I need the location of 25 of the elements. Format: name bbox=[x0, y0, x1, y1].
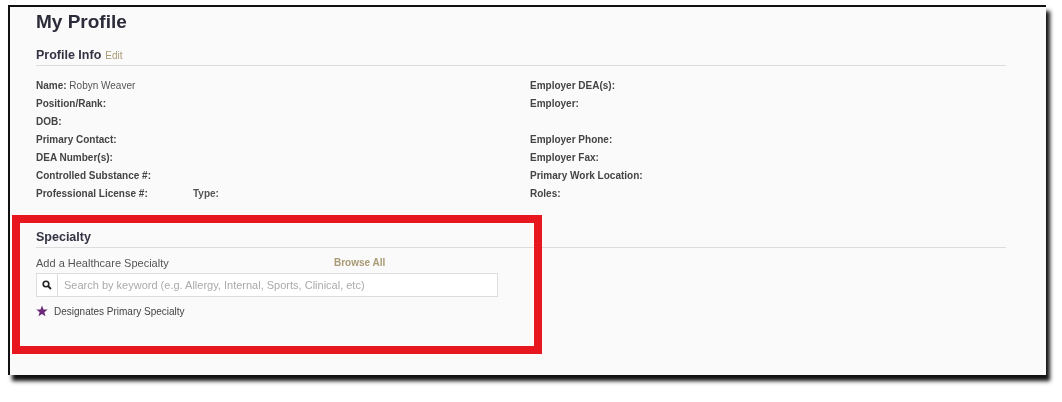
field-label: Roles: bbox=[530, 187, 561, 199]
field-label: Type: bbox=[193, 187, 219, 199]
field-label: Name: Robyn Weaver bbox=[36, 79, 137, 91]
add-specialty-label: Add a Healthcare Specialty bbox=[36, 257, 170, 269]
section-title: Profile Info bbox=[36, 48, 102, 62]
field-label: Controlled Substance #: bbox=[36, 169, 152, 181]
browse-all-link[interactable]: Browse All bbox=[334, 257, 386, 269]
search-button[interactable] bbox=[36, 273, 58, 297]
page-title: My Profile bbox=[36, 11, 128, 33]
field-label: Employer Fax: bbox=[530, 151, 599, 163]
field-label: Employer Phone: bbox=[530, 133, 613, 145]
field-label: Employer: bbox=[530, 97, 579, 109]
field-label: Employer DEA(s): bbox=[530, 79, 615, 91]
legend-text: Designates Primary Specialty bbox=[54, 305, 185, 317]
field-label: Primary Work Location: bbox=[530, 169, 643, 181]
search-field[interactable]: Search by keyword (e.g. Allergy, Internal, Sports, Clinical, etc) bbox=[58, 273, 498, 297]
edit-link[interactable]: Edit bbox=[105, 50, 123, 61]
field-label: Professional License #: bbox=[36, 187, 149, 199]
field-label: Primary Contact: bbox=[36, 133, 118, 145]
section-title: Specialty bbox=[36, 230, 91, 244]
field-label: DOB: bbox=[36, 115, 63, 127]
star-icon bbox=[36, 305, 48, 317]
field-label: DEA Number(s): bbox=[36, 151, 114, 163]
field-label: Position/Rank: bbox=[36, 97, 107, 109]
search-icon bbox=[42, 280, 52, 290]
